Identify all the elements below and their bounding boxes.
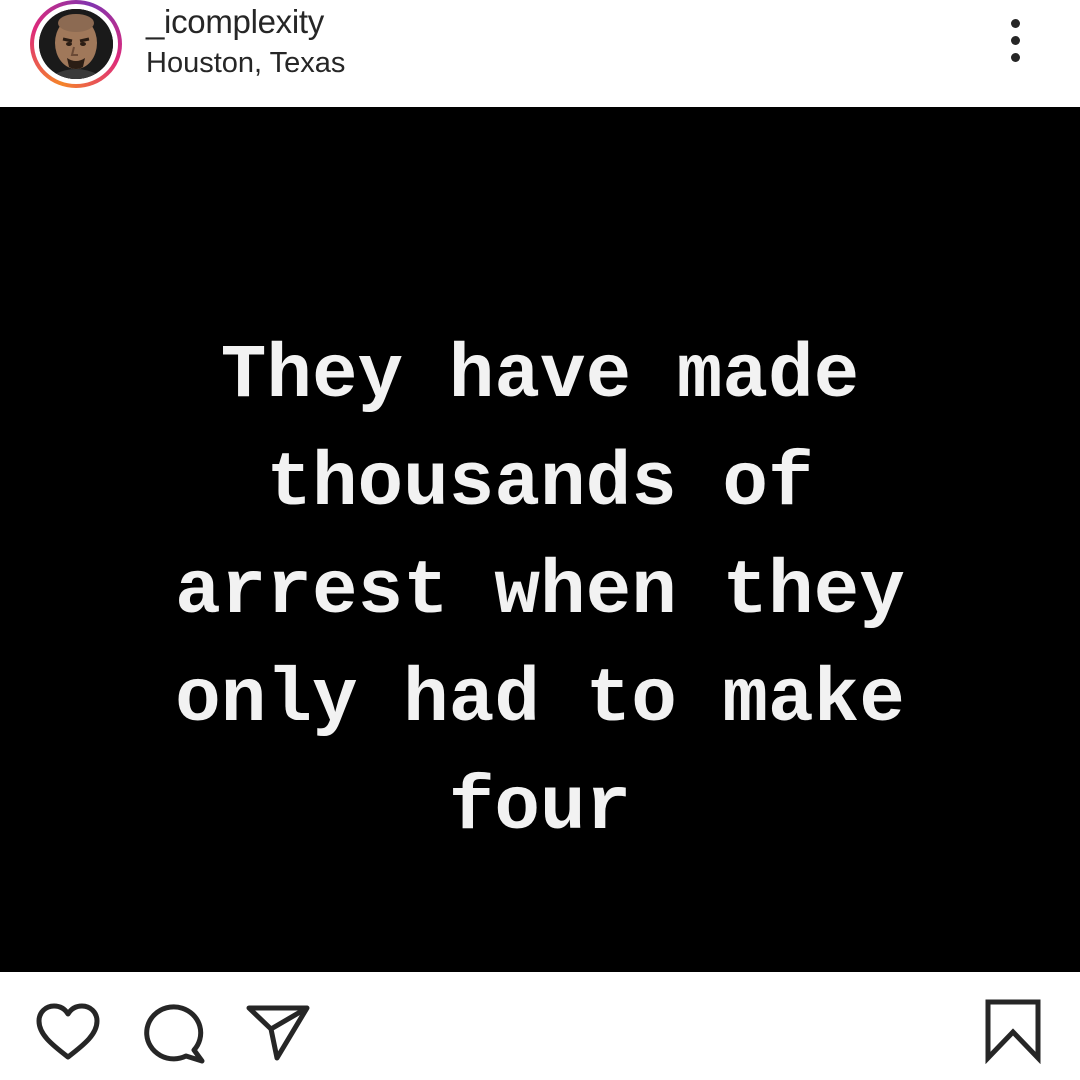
comment-button[interactable] <box>142 1002 208 1064</box>
post-quote-text: They have made thousands of arrest when … <box>175 333 905 851</box>
save-button[interactable] <box>983 998 1043 1064</box>
more-vertical-icon <box>1011 19 1020 28</box>
more-options-button[interactable] <box>998 16 1034 66</box>
bookmark-icon <box>985 999 1041 1064</box>
avatar[interactable] <box>39 9 113 79</box>
location-link[interactable]: Houston, Texas <box>146 45 345 81</box>
user-avatar-icon <box>39 9 113 79</box>
instagram-post: _icomplexity Houston, Texas They have ma… <box>0 0 1080 1080</box>
comment-icon <box>144 1004 205 1064</box>
send-icon <box>246 1005 310 1061</box>
post-actions-bar <box>0 972 1080 1080</box>
post-header: _icomplexity Houston, Texas <box>0 0 1080 107</box>
post-image[interactable]: They have made thousands of arrest when … <box>0 107 1080 972</box>
heart-icon <box>36 1003 100 1060</box>
like-button[interactable] <box>35 1002 101 1062</box>
story-ring[interactable] <box>30 0 122 88</box>
share-button[interactable] <box>244 1002 312 1062</box>
username[interactable]: _icomplexity <box>146 2 324 42</box>
